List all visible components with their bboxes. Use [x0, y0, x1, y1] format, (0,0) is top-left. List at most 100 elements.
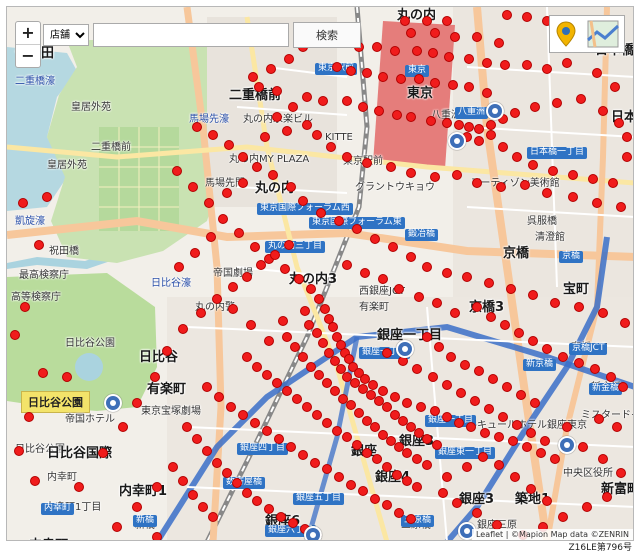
store-marker[interactable] [582, 502, 592, 512]
store-marker[interactable] [442, 380, 452, 390]
store-marker[interactable] [178, 476, 188, 486]
store-marker[interactable] [482, 58, 492, 68]
store-marker[interactable] [218, 214, 228, 224]
store-marker[interactable] [238, 410, 248, 420]
store-marker[interactable] [414, 74, 424, 84]
store-marker[interactable] [202, 382, 212, 392]
store-marker[interactable] [598, 106, 608, 116]
store-marker[interactable] [358, 486, 368, 496]
store-marker[interactable] [442, 268, 452, 278]
store-marker[interactable] [502, 382, 512, 392]
store-marker[interactable] [434, 342, 444, 352]
store-marker[interactable] [598, 308, 608, 318]
store-marker[interactable] [212, 458, 222, 468]
store-marker[interactable] [284, 54, 294, 64]
store-marker[interactable] [298, 196, 308, 206]
store-marker[interactable] [42, 192, 52, 202]
store-marker[interactable] [430, 172, 440, 182]
store-marker[interactable] [312, 328, 322, 338]
store-marker[interactable] [400, 16, 410, 26]
store-marker[interactable] [288, 518, 298, 528]
store-marker[interactable] [182, 422, 192, 432]
store-marker[interactable] [252, 362, 262, 372]
store-marker[interactable] [274, 434, 284, 444]
store-marker[interactable] [442, 16, 452, 26]
store-marker[interactable] [614, 118, 624, 128]
store-marker[interactable] [342, 96, 352, 106]
store-marker[interactable] [222, 188, 232, 198]
store-marker[interactable] [464, 54, 474, 64]
store-marker[interactable] [474, 124, 484, 134]
store-marker[interactable] [242, 488, 252, 498]
store-marker[interactable] [272, 86, 282, 96]
store-marker[interactable] [334, 472, 344, 482]
store-marker[interactable] [288, 102, 298, 112]
store-marker[interactable] [526, 484, 536, 494]
store-marker[interactable] [292, 394, 302, 404]
map-layers-icon[interactable] [586, 20, 619, 48]
store-marker[interactable] [378, 72, 388, 82]
store-marker[interactable] [188, 490, 198, 500]
store-marker[interactable] [450, 308, 460, 318]
store-marker[interactable] [462, 272, 472, 282]
store-marker[interactable] [246, 320, 256, 330]
store-marker[interactable] [610, 82, 620, 92]
store-marker[interactable] [390, 46, 400, 56]
store-marker[interactable] [618, 382, 628, 392]
store-marker[interactable] [494, 38, 504, 48]
store-marker[interactable] [268, 170, 278, 180]
store-marker[interactable] [452, 170, 462, 180]
store-marker[interactable] [262, 370, 272, 380]
store-marker[interactable] [454, 418, 464, 428]
store-marker[interactable] [598, 454, 608, 464]
store-marker[interactable] [286, 442, 296, 452]
store-marker[interactable] [332, 426, 342, 436]
store-marker[interactable] [302, 92, 312, 102]
store-marker[interactable] [574, 302, 584, 312]
store-marker[interactable] [118, 422, 128, 432]
store-marker[interactable] [346, 66, 356, 76]
store-marker[interactable] [198, 502, 208, 512]
store-marker[interactable] [592, 68, 602, 78]
store-marker[interactable] [472, 178, 482, 188]
store-marker[interactable] [306, 284, 316, 294]
store-marker[interactable] [10, 330, 20, 340]
store-marker[interactable] [224, 140, 234, 150]
store-marker[interactable] [548, 166, 558, 176]
store-marker[interactable] [526, 428, 536, 438]
store-marker[interactable] [322, 418, 332, 428]
store-marker[interactable] [326, 142, 336, 152]
store-marker[interactable] [486, 130, 496, 140]
store-marker[interactable] [402, 476, 412, 486]
store-marker[interactable] [520, 180, 530, 190]
store-marker[interactable] [446, 352, 456, 362]
store-marker[interactable] [342, 260, 352, 270]
store-marker[interactable] [24, 412, 34, 422]
store-marker[interactable] [252, 162, 262, 172]
store-marker[interactable] [528, 336, 538, 346]
store-marker[interactable] [506, 284, 516, 294]
store-marker[interactable] [574, 358, 584, 368]
store-marker[interactable] [334, 216, 344, 226]
store-marker[interactable] [172, 166, 182, 176]
store-marker[interactable] [464, 82, 474, 92]
store-marker[interactable] [594, 414, 604, 424]
store-marker[interactable] [254, 82, 264, 92]
store-marker[interactable] [260, 132, 270, 142]
zoom-in-button[interactable]: + [16, 22, 40, 44]
store-marker[interactable] [590, 364, 600, 374]
store-marker[interactable] [394, 284, 404, 294]
store-marker[interactable] [372, 454, 382, 464]
store-marker[interactable] [34, 240, 44, 250]
store-marker[interactable] [552, 98, 562, 108]
store-marker[interactable] [280, 264, 290, 274]
store-marker[interactable] [442, 118, 452, 128]
store-marker[interactable] [512, 152, 522, 162]
store-marker[interactable] [542, 496, 552, 506]
store-marker[interactable] [132, 502, 142, 512]
store-marker[interactable] [406, 514, 416, 524]
store-marker[interactable] [242, 352, 252, 362]
store-marker[interactable] [374, 106, 384, 116]
store-marker[interactable] [622, 152, 632, 162]
store-marker[interactable] [422, 16, 432, 26]
